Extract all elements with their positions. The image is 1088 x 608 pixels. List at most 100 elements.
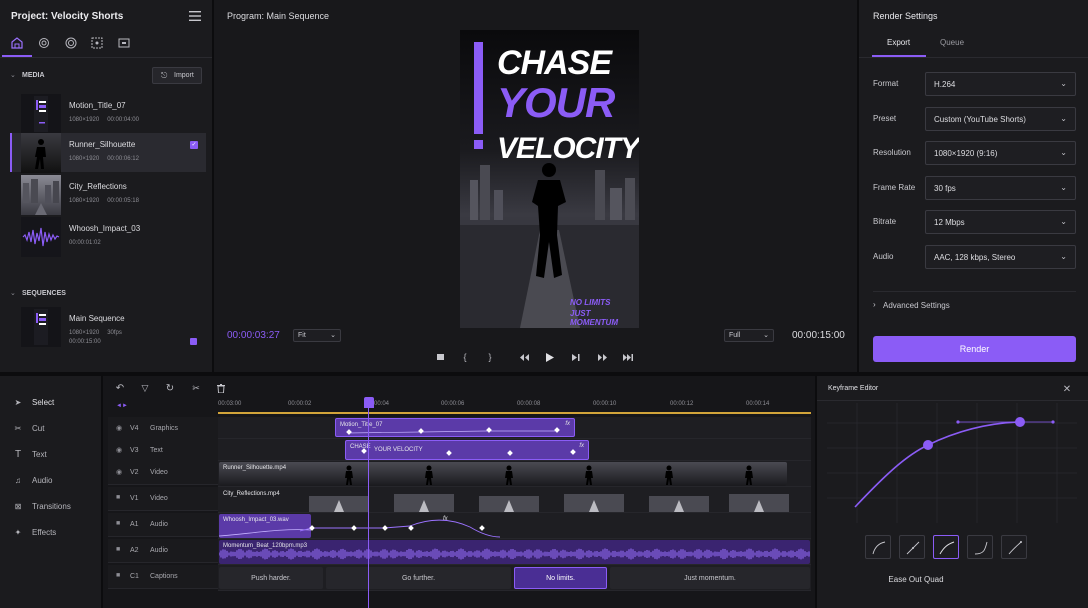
tool-select[interactable]: ➤ Select: [12, 395, 55, 409]
media-item-name: Motion_Title_07: [69, 101, 126, 110]
playhead-handle[interactable]: [364, 397, 374, 408]
razor-icon[interactable]: ✂: [190, 382, 202, 394]
track-name: Captions: [150, 573, 178, 580]
effects-tab-icon[interactable]: [35, 34, 53, 52]
clip-text-your-velocity[interactable]: CHASE YOUR VELOCITY fx: [345, 440, 589, 460]
media-item-motion-title[interactable]: Motion_Title_07 1080×1920 00:00:04:00: [10, 94, 206, 134]
tool-cut[interactable]: ✂ Cut: [12, 421, 45, 435]
lock-icon[interactable]: ■: [116, 494, 120, 501]
caption-clip[interactable]: Push harder.: [219, 567, 323, 589]
chevron-down-icon: ⌄: [1060, 183, 1067, 192]
clip-runner[interactable]: Runner_Silhouette.mp4: [219, 462, 787, 486]
media-section-label: MEDIA: [22, 72, 45, 79]
rewind-icon[interactable]: [518, 352, 530, 362]
media-item-whoosh[interactable]: Whoosh_Impact_03 00:00:01:02: [10, 217, 206, 257]
track-header-a1[interactable]: ■ A1 Audio: [108, 513, 218, 537]
ripple-icon[interactable]: ▽: [139, 382, 151, 394]
track-name: Text: [150, 447, 163, 454]
color-tab-icon[interactable]: [62, 34, 80, 52]
quality-select[interactable]: Full ⌄: [724, 329, 774, 342]
volume-envelope[interactable]: [300, 513, 600, 539]
advanced-settings-toggle[interactable]: › Advanced Settings: [873, 300, 993, 312]
curve-graph[interactable]: [827, 403, 1077, 523]
media-item-city[interactable]: City_Reflections 1080×1920 00:00:05:18: [10, 175, 206, 215]
lock-icon[interactable]: ■: [116, 546, 120, 553]
layers-tab-icon[interactable]: [115, 34, 133, 52]
close-icon[interactable]: ✕: [1061, 383, 1073, 395]
crop-tab-icon[interactable]: [88, 34, 106, 52]
caption-clip[interactable]: Just momentum.: [610, 567, 810, 589]
audio-select[interactable]: AAC, 128 kbps, Stereo ⌄: [925, 245, 1076, 269]
track-header-v2[interactable]: ◉ V2 Video: [108, 461, 218, 485]
clip-city[interactable]: City_Reflections.mp4: [219, 488, 791, 512]
delete-icon[interactable]: [215, 382, 227, 394]
tool-effects[interactable]: ✦ Effects: [12, 525, 57, 539]
chevron-down-icon: ⌄: [1060, 79, 1067, 88]
tab-export[interactable]: Export: [887, 38, 910, 47]
eye-icon[interactable]: ◉: [116, 424, 122, 432]
eye-icon[interactable]: ◉: [116, 446, 122, 454]
media-item-name: Whoosh_Impact_03: [69, 224, 141, 233]
fast-forward-icon[interactable]: [596, 352, 608, 362]
go-to-end-icon[interactable]: [622, 352, 634, 362]
bitrate-select[interactable]: 12 Mbps ⌄: [925, 210, 1076, 234]
eye-icon[interactable]: ◉: [116, 468, 122, 476]
import-button[interactable]: ⎋ Import: [152, 67, 202, 84]
media-tab-icon[interactable]: [8, 34, 26, 52]
tool-text[interactable]: T Text: [12, 447, 47, 461]
tool-audio[interactable]: ♫ Audio: [12, 473, 52, 487]
tool-transitions[interactable]: ⊠ Transitions: [12, 499, 71, 513]
track-header-v4[interactable]: ◉ V4 Graphics: [108, 417, 218, 441]
media-item-runner[interactable]: Runner_Silhouette 1080×1920 00:00:06:12 ✓: [10, 133, 206, 173]
caption-clip[interactable]: Go further.: [326, 567, 511, 589]
tab-queue[interactable]: Queue: [940, 38, 964, 47]
track-id: A2: [130, 547, 139, 554]
ease-linear-preset[interactable]: [865, 535, 891, 559]
track-header-a2[interactable]: ■ A2 Audio: [108, 539, 218, 563]
quality-select-value: Full: [729, 332, 741, 339]
fit-select[interactable]: Fit ⌄: [293, 329, 341, 342]
track-header-v3[interactable]: ◉ V3 Text: [108, 439, 218, 463]
poster-tag-momentum: JUST MOMENTUM: [570, 309, 618, 327]
redo-icon[interactable]: ↻: [164, 382, 176, 394]
poster-tag-no-limits: NO LIMITS: [570, 298, 611, 307]
format-select[interactable]: H.264 ⌄: [925, 72, 1076, 96]
sequences-collapse-chevron-icon[interactable]: ⌄: [10, 289, 16, 297]
ease-in-preset[interactable]: [899, 535, 925, 559]
track-header-c1[interactable]: ■ C1 Captions: [108, 565, 218, 589]
lock-icon[interactable]: ■: [116, 572, 120, 579]
clip-whoosh[interactable]: Whoosh_Impact_03.wav: [219, 514, 311, 538]
ease-in-out-preset[interactable]: [967, 535, 993, 559]
select-value: H.264: [934, 80, 956, 89]
step-forward-icon[interactable]: [570, 352, 582, 362]
setting-label: Bitrate: [873, 217, 897, 226]
track-id: V1: [130, 495, 139, 502]
hamburger-menu-icon[interactable]: [187, 9, 203, 23]
media-collapse-chevron-icon[interactable]: ⌄: [10, 71, 16, 79]
snap-toggle-icon[interactable]: ◄►: [116, 403, 128, 409]
frame-rate-select[interactable]: 30 fps ⌄: [925, 176, 1076, 200]
ease-out-quad-preset[interactable]: [933, 535, 959, 559]
caption-clip-selected[interactable]: No limits.: [514, 567, 607, 589]
ease-custom-preset[interactable]: [1001, 535, 1027, 559]
panel-separator: [857, 0, 859, 372]
chevron-down-icon: ⌄: [1060, 114, 1067, 123]
render-button[interactable]: Render: [873, 336, 1076, 362]
mark-out-icon[interactable]: }: [485, 351, 495, 363]
media-item-checkbox[interactable]: ✓: [190, 141, 198, 149]
undo-icon[interactable]: ↶: [114, 382, 126, 394]
play-icon[interactable]: [544, 351, 556, 363]
poster-line-your: YOUR: [497, 79, 615, 126]
marker-icon[interactable]: [435, 352, 445, 362]
track-header-v1[interactable]: ■ V1 Video: [108, 487, 218, 511]
resolution-select[interactable]: 1080×1920 (9:16) ⌄: [925, 141, 1076, 165]
preset-select[interactable]: Custom (YouTube Shorts) ⌄: [925, 107, 1076, 131]
clip-music[interactable]: Momentum_Beat_120bpm.mp3: [219, 540, 810, 564]
setting-bitrate: Bitrate 12 Mbps ⌄: [873, 210, 1076, 234]
sequence-item-main[interactable]: Main Sequence 1080×1920 30fps 00:00:15:00: [10, 307, 206, 347]
setting-frame-rate: Frame Rate 30 fps ⌄: [873, 176, 1076, 200]
mark-in-icon[interactable]: {: [460, 351, 470, 363]
clip-motion-title[interactable]: Motion_Title_07 fx: [335, 418, 575, 437]
track-name: Video: [150, 469, 168, 476]
lock-icon[interactable]: ■: [116, 520, 120, 527]
